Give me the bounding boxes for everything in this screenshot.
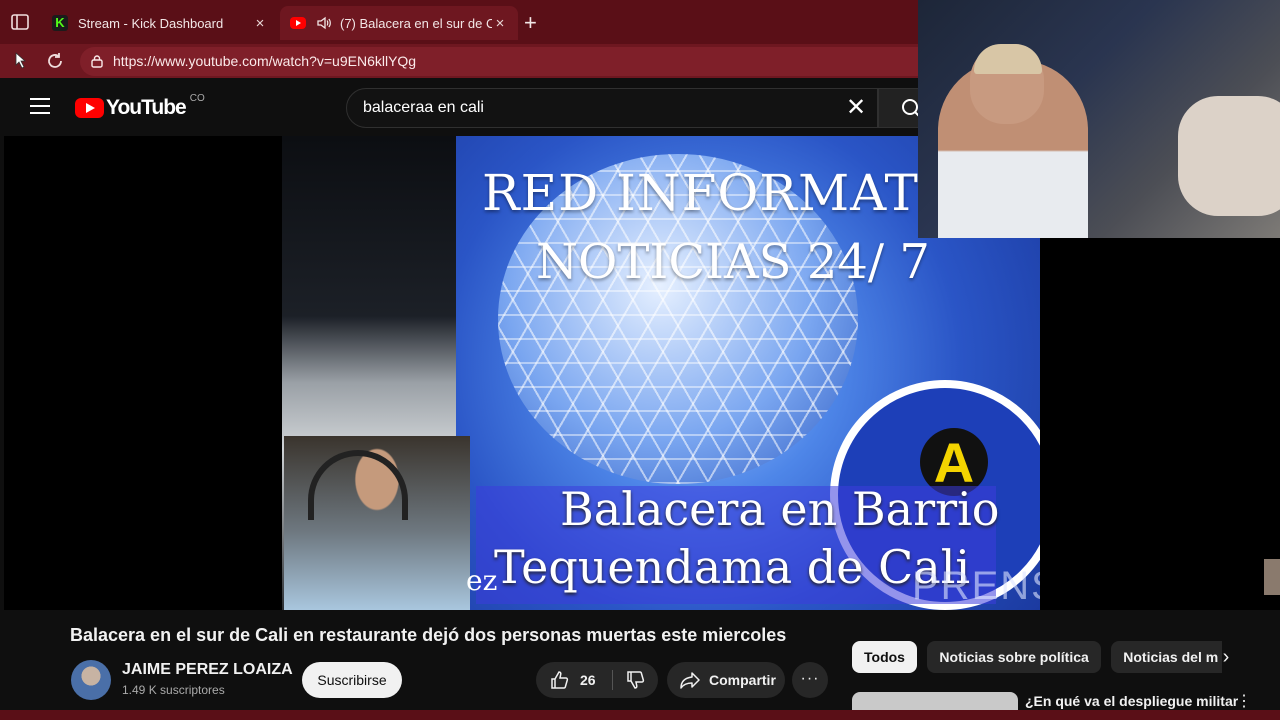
tab-actions-icon[interactable] [10, 12, 30, 32]
webcam-background [1178, 96, 1280, 216]
overlay-line-3: Balacera en Barrio [560, 482, 1000, 536]
taskbar-strip [0, 710, 1280, 720]
youtube-logo[interactable]: YouTube CO [75, 92, 205, 120]
search-input[interactable]: balaceraa en cali ✕ [346, 88, 878, 128]
recommended-video-title[interactable]: ¿En qué va el despliegue militar [1025, 693, 1238, 709]
subscriber-count: 1.49 K suscriptores [122, 683, 225, 697]
like-count: 26 [580, 672, 596, 688]
speaker-icon[interactable] [316, 15, 332, 31]
like-button[interactable]: 26 [536, 662, 611, 698]
like-dislike-group: 26 [536, 662, 658, 698]
webcam-overlay [918, 0, 1280, 238]
chip-noticias[interactable]: Noticias del m [1111, 641, 1222, 673]
more-actions-button[interactable]: ··· [792, 662, 828, 698]
thumbs-down-icon [626, 671, 644, 689]
url-text: https://www.youtube.com/watch?v=u9EN6kll… [113, 53, 417, 69]
share-icon [680, 672, 700, 689]
youtube-icon [290, 17, 306, 29]
chip-todos[interactable]: Todos [852, 641, 917, 673]
lock-icon[interactable] [90, 54, 104, 68]
share-label: Compartir [709, 672, 776, 688]
tab-title: (7) Balacera en el sur de Cali [340, 15, 492, 31]
tab-youtube-video[interactable]: (7) Balacera en el sur de Cali × [280, 6, 518, 40]
country-code: CO [189, 92, 205, 104]
webcam-person-cap [974, 44, 1042, 74]
logo-text: YouTube [106, 96, 187, 119]
chevron-right-icon[interactable]: › [1218, 646, 1234, 669]
overlay-prensa: PRENSA [912, 564, 1040, 608]
subscribe-button[interactable]: Suscribirse [302, 662, 402, 698]
side-thumbnail[interactable] [1264, 559, 1280, 595]
overlay-line-1: RED INFORMAT [482, 164, 919, 222]
clear-search-icon[interactable]: ✕ [843, 95, 869, 121]
new-tab-button[interactable]: + [524, 10, 537, 36]
menu-icon[interactable] [30, 98, 50, 114]
overlay-line-2: NOTICIAS 24/ 7 [536, 234, 930, 290]
tab-title: Stream - Kick Dashboard [78, 15, 224, 31]
close-tab-button[interactable]: × [492, 15, 508, 32]
close-tab-button[interactable]: × [252, 15, 268, 32]
recommendation-chips: Todos Noticias sobre política Noticias d… [852, 641, 1222, 675]
channel-avatar[interactable] [71, 660, 111, 700]
kick-icon: K [52, 15, 68, 31]
tab-kick-dashboard[interactable]: K Stream - Kick Dashboard × [42, 6, 278, 40]
share-button[interactable]: Compartir [667, 662, 785, 698]
back-arrow-icon[interactable] [10, 50, 32, 72]
video-title: Balacera en el sur de Cali en restaurant… [70, 625, 787, 645]
overlay-ez: ez [466, 564, 498, 597]
reload-icon[interactable] [44, 50, 66, 72]
recommended-video-menu-icon[interactable]: ⋮ [1236, 691, 1252, 711]
thumbs-up-icon [551, 671, 569, 689]
channel-name[interactable]: JAIME PEREZ LOAIZA [122, 661, 293, 679]
search-query: balaceraa en cali [363, 99, 484, 116]
chip-politica[interactable]: Noticias sobre política [927, 641, 1101, 673]
overlay-line-4: Tequendama de Cali [494, 540, 971, 594]
dislike-button[interactable] [613, 662, 658, 698]
youtube-play-icon [75, 98, 104, 118]
